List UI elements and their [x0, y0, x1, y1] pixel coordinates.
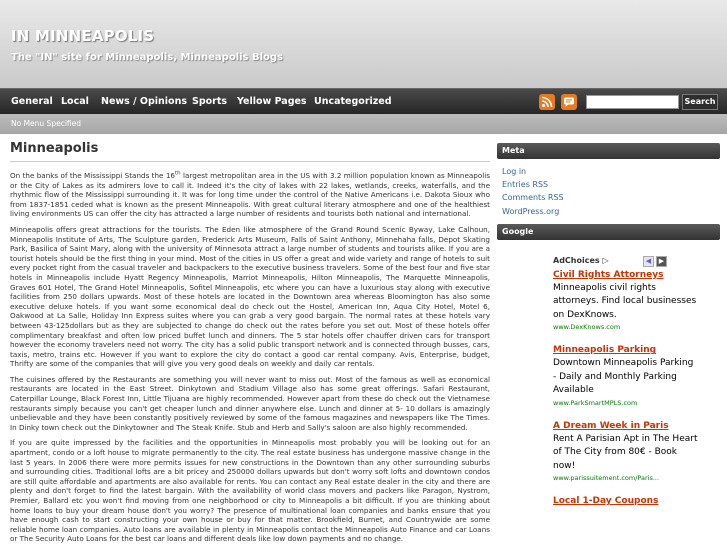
comments-feed-icon[interactable] [561, 94, 577, 110]
ad-body: Minneapolis civil rights attorneys. Find… [553, 282, 697, 320]
ad-url[interactable]: www.parissuitement.com/Paris... [553, 474, 698, 482]
ad-item: Minneapolis Parking Downtown Minneapolis… [553, 345, 698, 407]
site-tagline: The "IN" site for Minneapolis, Minneapol… [11, 52, 284, 63]
chevron-right-icon[interactable]: ▶ [656, 255, 667, 267]
main-content: Minneapolis On the banks of the Mississi… [10, 138, 490, 545]
adchoices-icon: ▷ [602, 255, 609, 265]
ad-item: Local 1-Day Coupons [553, 496, 698, 506]
meta-link-entries-rss[interactable]: Entries RSS [502, 178, 720, 191]
secondary-navigation: No Menu Specified [0, 114, 727, 134]
site-header: IN MINNEAPOLIS The "IN" site for Minneap… [0, 0, 727, 90]
adchoices-text: AdChoices [553, 255, 600, 265]
nav-item-local[interactable]: Local [61, 96, 89, 107]
search-input[interactable] [586, 95, 679, 109]
article-paragraph: On the banks of the Mississippi Stands t… [10, 171, 490, 219]
ad-title[interactable]: Local 1-Day Coupons [553, 496, 698, 506]
nav-item-sports[interactable]: Sports [192, 96, 227, 107]
ad-url[interactable]: www.ParkSmartMPLS.com [553, 399, 698, 407]
nav-item-news-opinions[interactable]: News / Opinions [101, 96, 187, 107]
meta-link-wordpress[interactable]: WordPress.org [502, 205, 720, 218]
google-ads-box: AdChoices ▷ ◀ ▶ Civil Rights Attorneys Mi… [497, 248, 720, 545]
ad-title[interactable]: Minneapolis Parking [553, 345, 698, 355]
ad-pager: ◀ ▶ [641, 248, 667, 267]
ad-body: Rent A Parisian Apt in The Heart of The … [553, 433, 698, 471]
article-paragraph: Minneapolis offers great attractions for… [10, 224, 490, 369]
sidebar: Meta Log in Entries RSS Comments RSS Wor… [497, 143, 720, 545]
nav-item-yellow-pages[interactable]: Yellow Pages [237, 96, 307, 107]
ad-body: Downtown Minneapolis Parking - Daily and… [553, 358, 694, 396]
chevron-left-icon[interactable]: ◀ [643, 255, 654, 267]
google-widget-title: Google [497, 223, 720, 240]
meta-link-comments-rss[interactable]: Comments RSS [502, 191, 720, 204]
page-title: Minneapolis [10, 138, 490, 162]
meta-link-login[interactable]: Log in [502, 165, 720, 178]
ad-item: Civil Rights Attorneys Minneapolis civil… [553, 270, 698, 332]
ad-title[interactable]: Civil Rights Attorneys [553, 270, 698, 280]
ad-item: A Dream Week in Paris Rent A Parisian Ap… [553, 421, 698, 483]
meta-links: Log in Entries RSS Comments RSS WordPres… [497, 159, 720, 224]
site-title[interactable]: IN MINNEAPOLIS [11, 27, 154, 45]
article-body: On the banks of the Mississippi Stands t… [10, 171, 490, 544]
main-navigation: General Local News / Opinions Sports Yel… [0, 88, 727, 114]
meta-widget-title: Meta [497, 143, 720, 159]
nav-item-general[interactable]: General [11, 96, 53, 107]
no-menu-text: No Menu Specified [11, 119, 82, 128]
adchoices-row: AdChoices ▷ ◀ ▶ [553, 248, 720, 267]
ad-url[interactable]: www.DexKnows.com [553, 323, 698, 331]
adchoices-label[interactable]: AdChoices ▷ [553, 256, 609, 265]
nav-item-uncategorized[interactable]: Uncategorized [314, 96, 392, 107]
article-paragraph: The cuisines offered by the Restaurants … [10, 374, 490, 432]
article-paragraph: If you are quite impressed by the facili… [10, 438, 490, 544]
search-button[interactable]: Search [682, 94, 718, 110]
paragraph-text: On the banks of the Mississippi Stands t… [10, 171, 175, 180]
rss-feed-icon[interactable] [539, 94, 555, 110]
ad-title[interactable]: A Dream Week in Paris [553, 421, 698, 431]
